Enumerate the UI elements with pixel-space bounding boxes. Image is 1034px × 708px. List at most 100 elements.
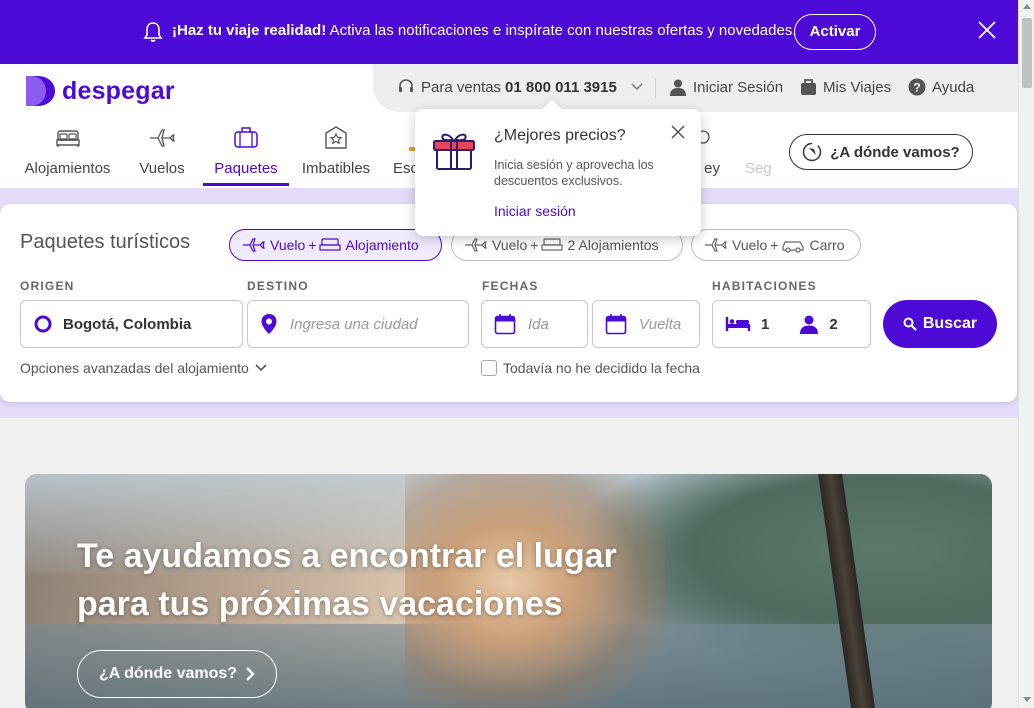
chip-plus: + <box>308 237 317 253</box>
bed-icon <box>725 317 751 331</box>
nav-label: Esc <box>393 160 419 177</box>
calendar-icon <box>605 314 627 335</box>
svg-text:?: ? <box>913 81 920 95</box>
nav-tab-paquetes[interactable]: Paquetes <box>203 124 289 186</box>
no-date-label: Todavía no he decidido la fecha <box>503 360 700 376</box>
search-button[interactable]: Buscar <box>883 300 997 348</box>
departure-placeholder: Ida <box>528 315 549 333</box>
activate-notifications-button[interactable]: Activar <box>794 14 876 50</box>
chevron-down-icon <box>631 83 643 91</box>
departure-date-field[interactable]: Ida <box>481 300 588 348</box>
origin-value: Bogotá, Colombia <box>63 315 192 333</box>
scrollbar[interactable] <box>1018 0 1034 708</box>
help-icon: ? <box>908 78 926 96</box>
sales-phone: 01 800 011 3915 <box>505 78 617 96</box>
utility-bar: Para ventas 01 800 011 3915 Iniciar Sesi… <box>373 64 1018 112</box>
user-icon <box>670 79 686 96</box>
chip-vuelo-label: Vuelo <box>270 237 306 253</box>
nav-tab-imbatibles[interactable]: Imbatibles <box>300 124 372 186</box>
close-icon[interactable] <box>671 125 685 139</box>
chip-other-label: Carro <box>809 237 845 253</box>
advanced-options-label: Opciones avanzadas del alojamiento <box>20 360 249 376</box>
calendar-icon <box>494 314 516 335</box>
rooms-count: 1 <box>761 315 770 333</box>
hero-title: Te ayudamos a encontrar el lugar para tu… <box>77 532 697 628</box>
scroll-up-arrow-icon[interactable] <box>1023 4 1031 9</box>
my-trips-label: Mis Viajes <box>823 78 892 96</box>
nav-tab-vuelos[interactable]: Vuelos <box>138 124 186 186</box>
destination-label: DESTINO <box>247 279 309 293</box>
chip-plus: + <box>770 237 779 253</box>
logo-text: despegar <box>62 76 175 105</box>
nav-tab-escapadas[interactable]: Esc <box>393 124 419 186</box>
rooms-label: HABITACIONES <box>712 279 817 293</box>
plane-icon <box>465 238 487 252</box>
chip-other-label: 2 Alojamientos <box>567 237 659 253</box>
my-trips-link[interactable]: Mis Viajes <box>800 78 891 96</box>
hero-where-to-button[interactable]: ¿A dónde vamos? <box>77 650 277 698</box>
popover-login-link[interactable]: Iniciar sesión <box>494 203 576 219</box>
chevron-right-icon <box>246 667 255 681</box>
bell-icon <box>143 22 163 42</box>
chip-other-label: Alojamiento <box>345 237 419 253</box>
origin-circle-icon <box>34 315 52 333</box>
help-link[interactable]: ? Ayuda <box>908 78 974 96</box>
headset-icon <box>399 79 413 92</box>
checkbox[interactable] <box>481 360 497 376</box>
badge-icon <box>409 147 415 151</box>
scroll-thumb[interactable] <box>1022 18 1032 88</box>
popover-body: Inicia sesión y aprovecha los descuentos… <box>494 158 654 188</box>
chip-vuelo-carro[interactable]: Vuelo + Carro <box>691 229 861 261</box>
advanced-options-toggle[interactable]: Opciones avanzadas del alojamiento <box>20 360 267 376</box>
bed-icon <box>55 130 80 147</box>
bed-icon <box>319 238 342 251</box>
return-date-field[interactable]: Vuelta <box>592 300 700 348</box>
close-icon[interactable] <box>977 20 997 40</box>
nav-tab-seguros[interactable]: Seg <box>745 124 775 186</box>
chevron-down-icon <box>255 364 267 372</box>
chip-plus: + <box>530 237 539 253</box>
person-icon <box>800 315 819 334</box>
hero-banner: Te ayudamos a encontrar el lugar para tu… <box>25 474 992 708</box>
suitcase-icon <box>234 127 258 148</box>
hero-button-label: ¿A dónde vamos? <box>98 665 238 682</box>
car-icon <box>782 241 805 253</box>
dates-label: FECHAS <box>482 279 539 293</box>
nav-label: Alojamientos <box>24 160 111 177</box>
sales-phone-dropdown[interactable]: Para ventas 01 800 011 3915 <box>397 78 649 96</box>
rooms-guests-field[interactable]: 1 2 <box>712 300 871 348</box>
popover-title: ¿Mejores precios? <box>494 127 626 144</box>
sales-label: Para ventas <box>421 78 502 96</box>
hero-title-line1: Te ayudamos a encontrar el lugar <box>77 537 617 575</box>
help-label: Ayuda <box>932 78 975 96</box>
divider <box>655 78 656 98</box>
plane-icon <box>243 238 265 252</box>
despegar-logo-icon <box>26 76 55 106</box>
bed-icon <box>541 238 564 251</box>
origin-field[interactable]: Bogotá, Colombia <box>20 300 243 348</box>
search-icon <box>903 317 917 331</box>
compass-icon <box>803 142 822 162</box>
nav-label: Seg <box>745 160 772 177</box>
return-placeholder: Vuelta <box>639 315 682 333</box>
notification-banner: ¡Haz tu viaje realidad! Activa las notif… <box>0 0 1018 64</box>
nav-label: Vuelos <box>139 160 185 177</box>
chip-vuelo-label: Vuelo <box>732 237 768 253</box>
plane-icon <box>705 238 727 252</box>
luggage-icon <box>801 79 816 95</box>
no-date-checkbox[interactable]: Todavía no he decidido la fecha <box>481 360 700 376</box>
destination-field[interactable]: Ingresa una ciudad <box>247 300 469 348</box>
nav-label: Paquetes <box>214 160 278 177</box>
chip-vuelo-label: Vuelo <box>492 237 528 253</box>
login-label: Iniciar Sesión <box>693 78 784 96</box>
origin-label: ORIGEN <box>20 279 75 293</box>
gift-icon <box>433 133 475 170</box>
nav-tab-alojamientos[interactable]: Alojamientos <box>24 124 111 186</box>
search-title: Paquetes turísticos <box>20 231 191 253</box>
scroll-down-arrow-icon[interactable] <box>1023 697 1031 702</box>
where-to-button[interactable]: ¿A dónde vamos? <box>789 134 973 170</box>
despegar-logo[interactable]: despegar <box>24 74 175 108</box>
plane-icon <box>150 129 175 147</box>
chip-vuelo-alojamiento[interactable]: Vuelo + Alojamiento <box>229 229 442 261</box>
login-link[interactable]: Iniciar Sesión <box>669 78 783 96</box>
